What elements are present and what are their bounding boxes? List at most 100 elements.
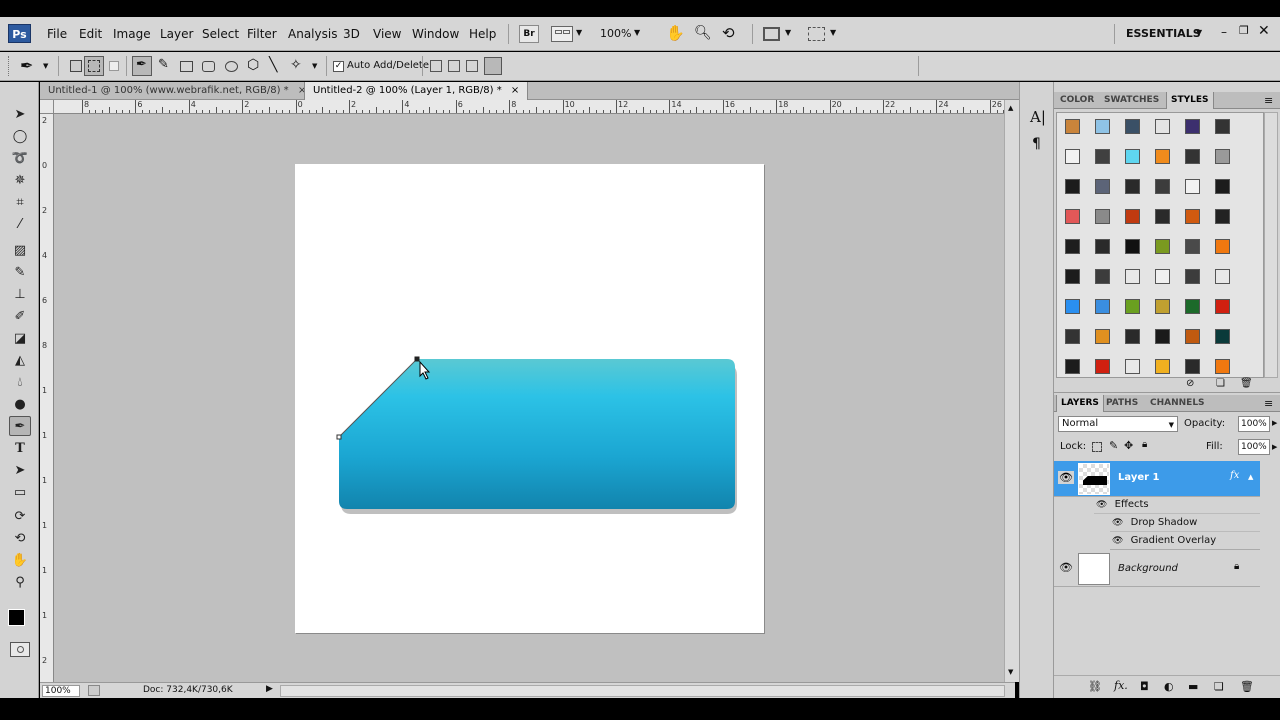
style-swatch[interactable] xyxy=(1215,299,1230,314)
menu-filter[interactable]: Filter xyxy=(247,27,277,41)
rounded-rectangle-icon[interactable] xyxy=(202,61,215,72)
chevron-down-icon[interactable]: ▼ xyxy=(576,28,582,37)
style-swatch[interactable] xyxy=(1095,179,1110,194)
panel-menu-icon[interactable]: ≡ xyxy=(1264,397,1273,410)
layer-row-layer-1[interactable]: 👁︎ Layer 1 fx ▲ xyxy=(1054,461,1260,497)
effect-visibility-icon[interactable]: 👁︎ xyxy=(1112,536,1123,546)
style-swatch[interactable] xyxy=(1215,119,1230,134)
fx-expand-icon[interactable]: ▲ xyxy=(1248,473,1253,481)
paragraph-panel-icon[interactable]: ¶ xyxy=(1032,136,1041,152)
new-style-icon[interactable]: ❏ xyxy=(1216,378,1225,389)
style-swatch[interactable] xyxy=(1125,119,1140,134)
tab-swatches[interactable]: SWATCHES xyxy=(1100,92,1163,109)
lock-all-icon[interactable]: 🔒︎ xyxy=(1142,439,1147,450)
style-swatch[interactable] xyxy=(1155,299,1170,314)
menu-analysis[interactable]: Analysis xyxy=(288,27,337,41)
vertical-scrollbar[interactable]: ▲ ▼ xyxy=(1004,100,1019,682)
effect-drop-shadow[interactable]: 👁︎ Drop Shadow xyxy=(1110,514,1260,532)
fill-field[interactable]: 100% xyxy=(1238,439,1270,455)
screen-mode-icon[interactable] xyxy=(808,27,825,41)
quick-mask-icon[interactable] xyxy=(10,642,30,657)
zoom-tool-icon[interactable]: 🔍︎ xyxy=(694,25,712,41)
bridge-button[interactable]: Br xyxy=(519,25,539,43)
blue-button-shape[interactable] xyxy=(330,350,750,520)
style-swatch[interactable] xyxy=(1095,299,1110,314)
magic-wand-icon[interactable]: ✵ xyxy=(9,170,31,190)
fill-pixels-button[interactable] xyxy=(104,56,124,76)
style-swatch[interactable] xyxy=(1065,329,1080,344)
tab-paths[interactable]: PATHS xyxy=(1102,395,1142,412)
style-swatch[interactable] xyxy=(1125,329,1140,344)
custom-shape-icon[interactable]: ✧ xyxy=(290,57,302,73)
lock-pixels-icon[interactable]: ✎ xyxy=(1109,439,1118,452)
mini-bridge-icon[interactable] xyxy=(551,26,573,42)
menu-window[interactable]: Window xyxy=(412,27,459,41)
styles-scrollbar[interactable] xyxy=(1264,112,1278,378)
style-swatch[interactable] xyxy=(1125,359,1140,374)
blur-tool-icon[interactable]: 💧︎ xyxy=(9,372,31,392)
chevron-down-icon[interactable]: ▼ xyxy=(43,62,48,70)
style-swatch[interactable] xyxy=(1185,209,1200,224)
close-icon[interactable]: ✕ xyxy=(1258,23,1270,39)
character-panel-icon[interactable]: A| xyxy=(1030,108,1046,126)
auto-add-delete-checkbox[interactable]: ✓ xyxy=(333,61,344,72)
style-swatch[interactable] xyxy=(1155,329,1170,344)
style-swatch[interactable] xyxy=(1185,269,1200,284)
style-swatch[interactable] xyxy=(1125,239,1140,254)
style-swatch[interactable] xyxy=(1185,299,1200,314)
style-swatch[interactable] xyxy=(1065,269,1080,284)
path-add-icon[interactable] xyxy=(430,60,442,72)
style-swatch[interactable] xyxy=(1065,209,1080,224)
delete-style-icon[interactable]: 🗑︎ xyxy=(1240,378,1253,389)
menu-file[interactable]: File xyxy=(47,27,67,41)
eyedropper-icon[interactable]: ⁄ xyxy=(9,214,31,234)
workspace-switcher[interactable]: ESSENTIALS xyxy=(1126,27,1201,40)
lasso-tool-icon[interactable]: ➰ xyxy=(9,148,31,168)
style-swatch[interactable] xyxy=(1065,179,1080,194)
tab-close-icon[interactable]: × xyxy=(511,85,519,96)
tab-untitled-2[interactable]: Untitled-2 @ 100% (Layer 1, RGB/8) * × xyxy=(304,82,529,100)
style-swatch[interactable] xyxy=(1155,149,1170,164)
layer-fx-icon[interactable]: fx xyxy=(1230,470,1239,481)
style-swatch[interactable] xyxy=(1095,269,1110,284)
opacity-arrow-icon[interactable]: ▶ xyxy=(1272,419,1277,427)
style-swatch[interactable] xyxy=(1215,149,1230,164)
ellipse-tool-icon[interactable] xyxy=(225,61,238,72)
style-swatch[interactable] xyxy=(1155,239,1170,254)
path-selection-icon[interactable]: ➤ xyxy=(9,460,31,480)
style-swatch[interactable] xyxy=(1155,209,1170,224)
healing-brush-icon[interactable]: ▨ xyxy=(9,240,31,260)
tab-channels[interactable]: CHANNELS xyxy=(1146,395,1209,412)
hand-tool-icon[interactable]: ✋ xyxy=(666,24,685,42)
style-swatch[interactable] xyxy=(1155,119,1170,134)
style-swatch[interactable] xyxy=(1155,359,1170,374)
effect-gradient-overlay[interactable]: 👁︎ Gradient Overlay xyxy=(1110,532,1260,550)
style-swatch[interactable] xyxy=(1185,119,1200,134)
style-swatch[interactable] xyxy=(1215,239,1230,254)
style-swatch[interactable] xyxy=(1185,149,1200,164)
shape-tool-icon[interactable]: ▭ xyxy=(9,482,31,502)
move-tool-icon[interactable]: ➤ xyxy=(9,104,31,124)
menu-edit[interactable]: Edit xyxy=(79,27,102,41)
style-swatch[interactable] xyxy=(1125,269,1140,284)
clear-style-icon[interactable]: ⊘ xyxy=(1186,378,1194,389)
menu-image[interactable]: Image xyxy=(113,27,151,41)
fill-arrow-icon[interactable]: ▶ xyxy=(1272,443,1277,451)
style-swatch[interactable] xyxy=(1125,179,1140,194)
anchor-point[interactable] xyxy=(414,356,420,362)
add-layer-style-icon[interactable]: fx. xyxy=(1114,679,1128,692)
style-swatch[interactable] xyxy=(1065,239,1080,254)
style-swatch[interactable] xyxy=(1215,329,1230,344)
3d-rotate-icon[interactable]: ⟳ xyxy=(9,506,31,526)
blend-mode-select[interactable]: Normal ▼ xyxy=(1058,416,1178,432)
tab-styles[interactable]: STYLES xyxy=(1166,92,1214,109)
style-swatch[interactable] xyxy=(1155,269,1170,284)
chevron-down-icon[interactable]: ▼ xyxy=(634,28,640,37)
path-exclude-icon[interactable] xyxy=(484,57,502,75)
marquee-tool-icon[interactable]: ◯ xyxy=(9,126,31,146)
paths-button[interactable] xyxy=(84,56,104,76)
chevron-down-icon[interactable]: ▼ xyxy=(785,28,791,37)
polygon-tool-icon[interactable]: ⬡ xyxy=(247,57,259,73)
chevron-down-icon[interactable]: ▼ xyxy=(1196,28,1202,37)
tab-untitled-1[interactable]: Untitled-1 @ 100% (www.webrafik.net, RGB… xyxy=(40,82,314,100)
